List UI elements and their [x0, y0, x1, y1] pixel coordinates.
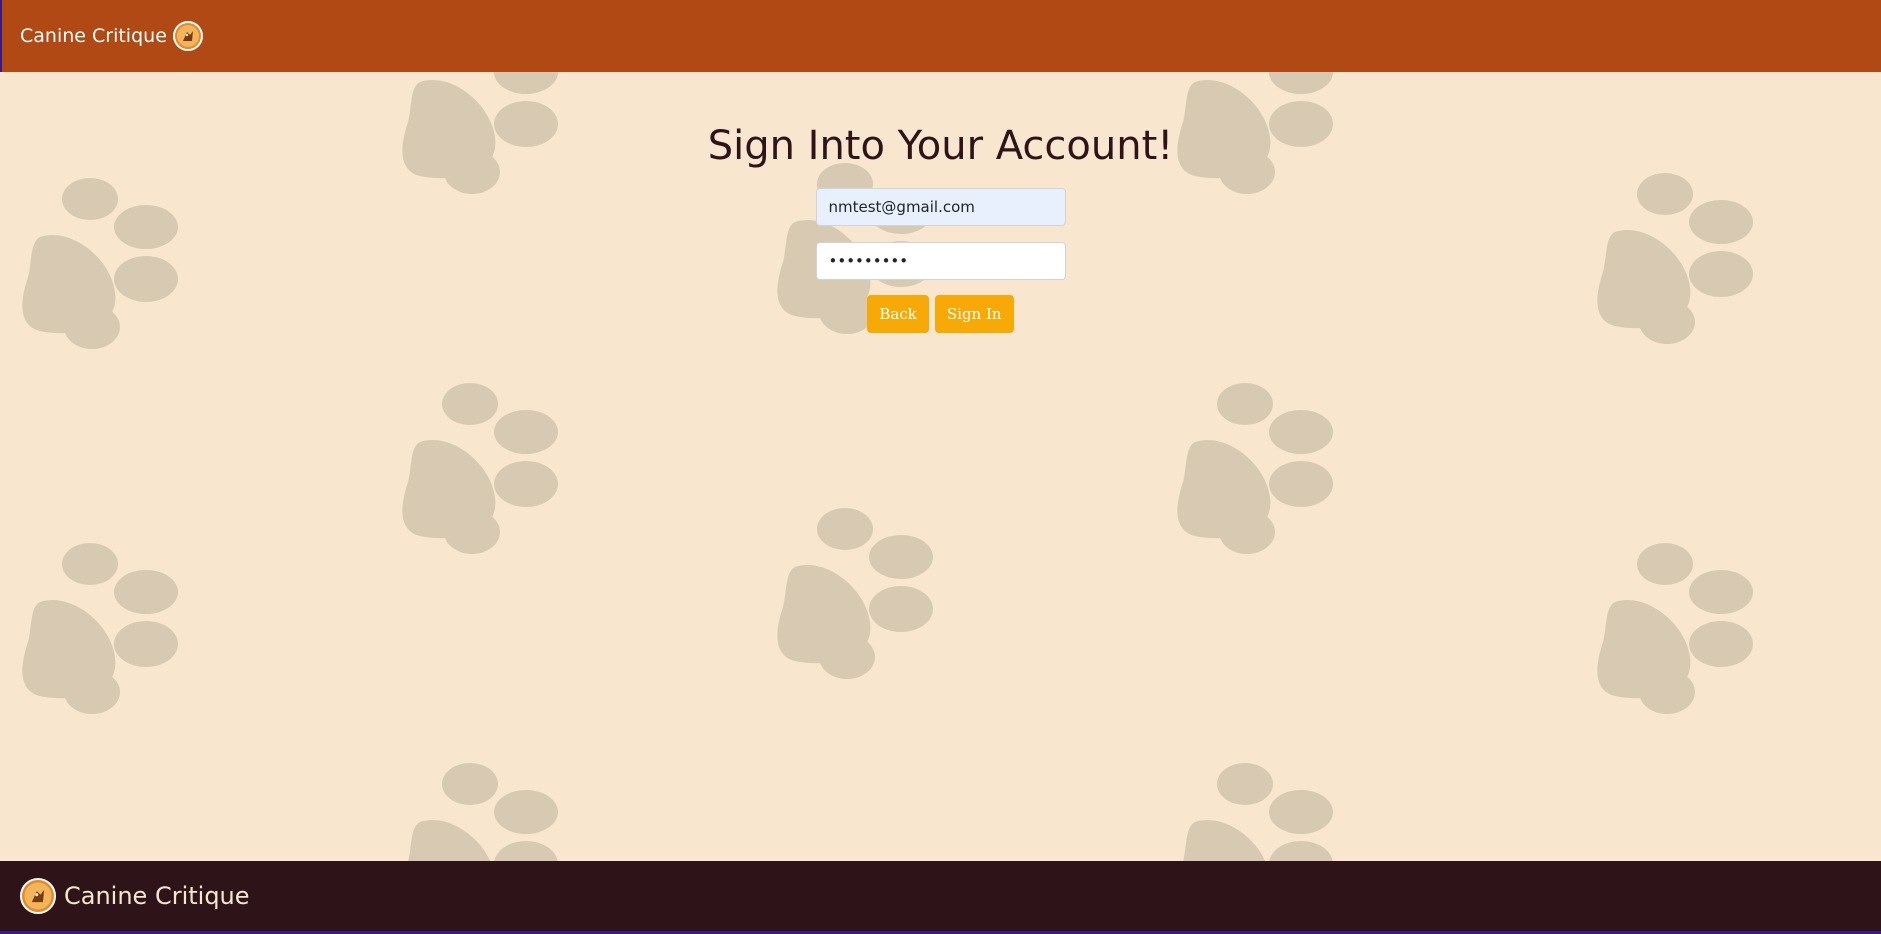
password-input[interactable]	[815, 242, 1066, 280]
footer: Canine Critique	[0, 861, 1881, 934]
page-title: Sign Into Your Account!	[707, 123, 1174, 169]
email-input[interactable]	[815, 188, 1066, 226]
dog-logo-icon	[172, 21, 203, 51]
navbar-brand-text: Canine Critique	[20, 25, 167, 47]
navbar-brand-link[interactable]: Canine Critique	[20, 21, 203, 51]
footer-brand: Canine Critique	[20, 878, 250, 914]
sign-in-button[interactable]: Sign In	[934, 295, 1014, 333]
dog-logo-icon	[20, 878, 56, 914]
back-button[interactable]: Back	[867, 295, 929, 333]
sign-in-panel: Sign Into Your Account! Back Sign In	[0, 72, 1881, 861]
footer-brand-text: Canine Critique	[64, 882, 250, 910]
navbar: Canine Critique	[0, 0, 1881, 72]
form-buttons: Back Sign In	[0, 295, 1881, 333]
